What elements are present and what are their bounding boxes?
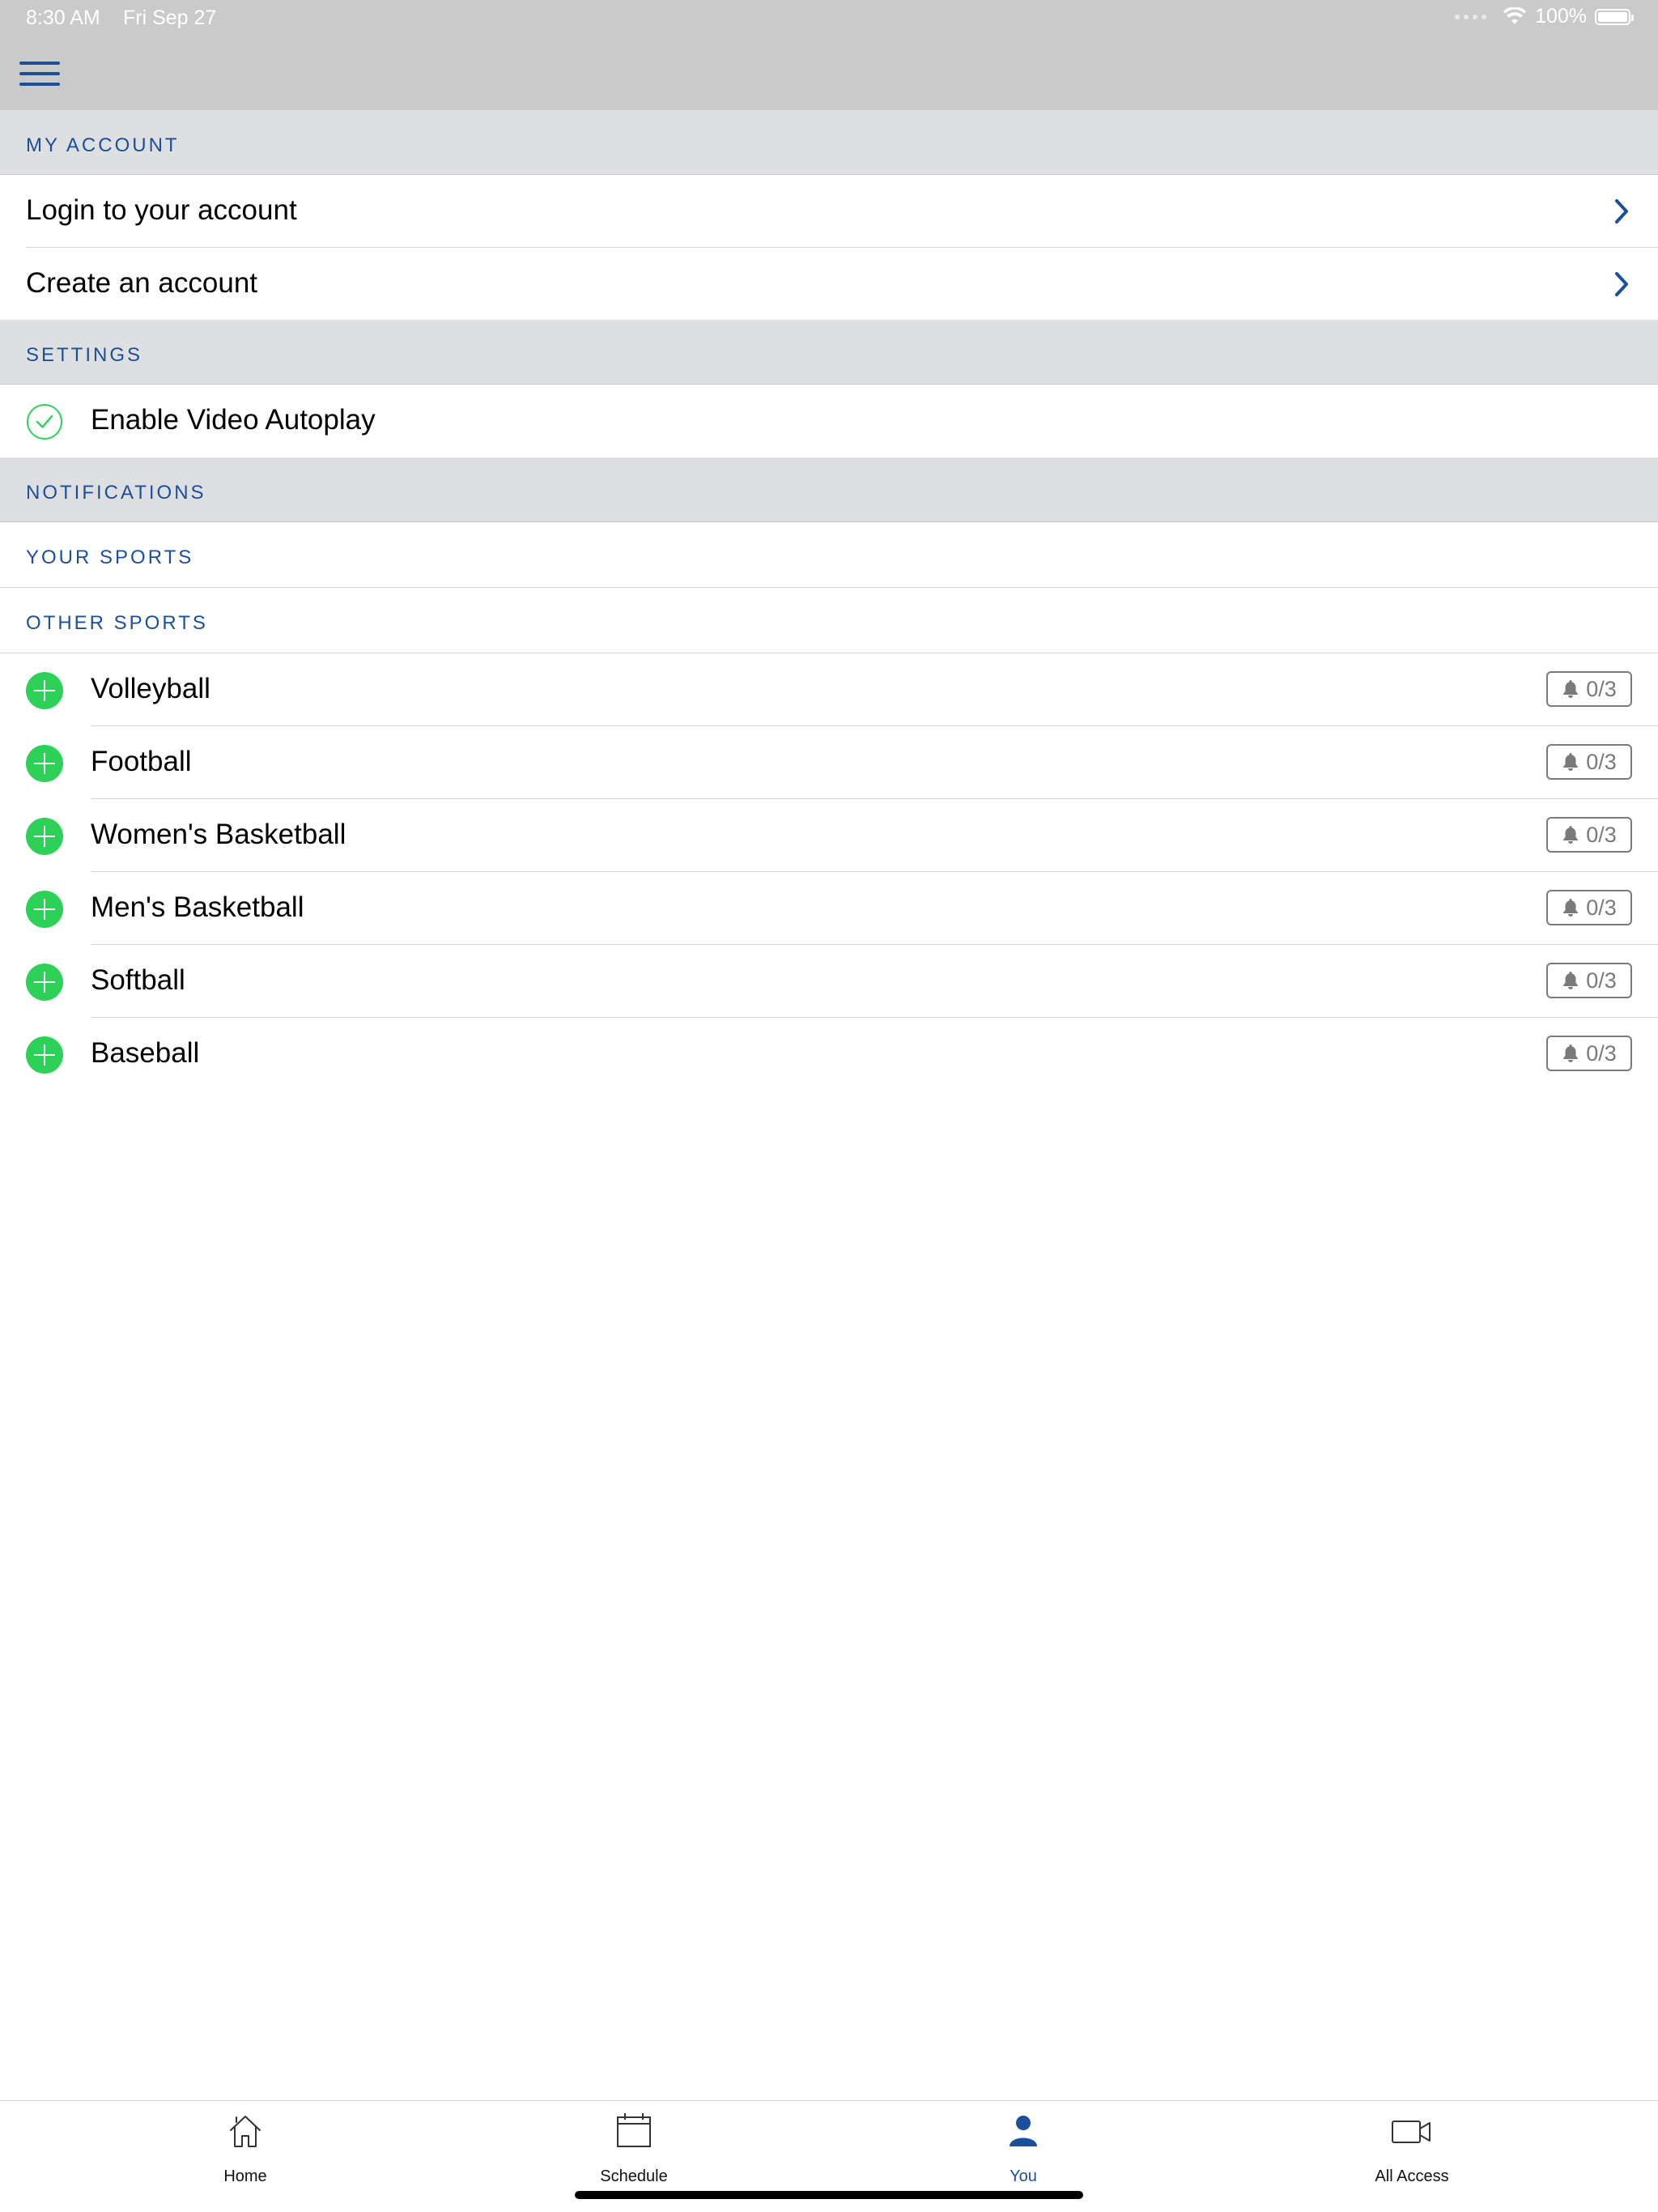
section-header-notifications: NOTIFICATIONS: [26, 482, 206, 504]
create-account-label: Create an account: [26, 267, 258, 299]
section-header-your-sports: YOUR SPORTS: [26, 547, 194, 568]
check-circle-icon[interactable]: [26, 403, 63, 440]
add-plus-icon[interactable]: [26, 1036, 63, 1074]
bell-icon: [1563, 972, 1579, 989]
alerts-count: 0/3: [1586, 676, 1617, 701]
bell-icon: [1563, 826, 1579, 844]
tab-label: Schedule: [600, 2167, 668, 2185]
wifi-icon: [1503, 6, 1527, 24]
add-plus-icon[interactable]: [26, 745, 63, 782]
add-plus-icon[interactable]: [26, 672, 63, 709]
alerts-badge[interactable]: 0/3: [1546, 1036, 1632, 1071]
tab-label: You: [1010, 2167, 1037, 2185]
status-right: 100%: [1455, 5, 1634, 28]
alerts-badge[interactable]: 0/3: [1546, 890, 1632, 925]
battery-percentage: 100%: [1535, 5, 1587, 28]
tab-home[interactable]: Home: [124, 2101, 367, 2185]
alerts-count: 0/3: [1586, 822, 1617, 847]
tab-label: All Access: [1375, 2167, 1449, 2185]
alerts-badge[interactable]: 0/3: [1546, 671, 1632, 707]
alerts-badge[interactable]: 0/3: [1546, 744, 1632, 780]
video-autoplay-row[interactable]: Enable Video Autoplay: [0, 385, 1658, 457]
add-plus-icon[interactable]: [26, 963, 63, 1001]
cellular-signal-icon: [1455, 14, 1487, 19]
alerts-count: 0/3: [1586, 895, 1617, 920]
sport-row-volleyball[interactable]: Volleyball 0/3: [0, 653, 1658, 726]
status-time: 8:30 AM: [26, 6, 100, 29]
home-icon: [230, 2116, 261, 2147]
sport-row-baseball[interactable]: Baseball 0/3: [0, 1018, 1658, 1091]
section-my-account: MY ACCOUNT: [0, 110, 1658, 175]
status-bar: 8:30 AM Fri Sep 27 100%: [0, 0, 1658, 39]
sport-row-mens-basketball[interactable]: Men's Basketball 0/3: [0, 872, 1658, 945]
home-indicator[interactable]: [575, 2191, 1083, 2199]
sport-name: Football: [91, 746, 192, 777]
add-plus-icon[interactable]: [26, 891, 63, 928]
bell-icon: [1563, 1044, 1579, 1062]
alerts-count: 0/3: [1586, 749, 1617, 774]
alerts-count: 0/3: [1586, 1040, 1617, 1066]
sport-name: Baseball: [91, 1037, 200, 1069]
login-label: Login to your account: [26, 194, 297, 226]
add-plus-icon[interactable]: [26, 818, 63, 855]
video-camera-icon: [1392, 2121, 1431, 2143]
battery-icon: [1595, 8, 1634, 25]
section-your-sports: YOUR SPORTS: [0, 522, 1658, 588]
sport-row-womens-basketball[interactable]: Women's Basketball 0/3: [0, 799, 1658, 872]
chevron-right-icon: [1615, 199, 1628, 223]
section-notifications: NOTIFICATIONS: [0, 457, 1658, 522]
bell-icon: [1563, 899, 1579, 917]
person-icon: [1010, 2116, 1037, 2146]
bell-icon: [1563, 680, 1579, 698]
chevron-right-icon: [1615, 272, 1628, 296]
sport-name: Softball: [91, 964, 185, 996]
video-autoplay-label: Enable Video Autoplay: [91, 404, 376, 436]
alerts-badge[interactable]: 0/3: [1546, 817, 1632, 853]
section-other-sports: OTHER SPORTS: [0, 588, 1658, 653]
section-header-my-account: MY ACCOUNT: [26, 134, 180, 156]
sport-row-softball[interactable]: Softball 0/3: [0, 945, 1658, 1018]
login-row[interactable]: Login to your account: [0, 175, 1658, 248]
sport-name: Men's Basketball: [91, 891, 304, 923]
tab-you[interactable]: You: [902, 2101, 1145, 2185]
top-nav-bar: [0, 39, 1658, 110]
section-settings: SETTINGS: [0, 320, 1658, 385]
section-header-settings: SETTINGS: [26, 344, 143, 366]
create-account-row[interactable]: Create an account: [0, 248, 1658, 321]
alerts-badge[interactable]: 0/3: [1546, 963, 1632, 998]
bell-icon: [1563, 753, 1579, 771]
hamburger-menu-icon[interactable]: [19, 62, 60, 87]
tab-all-access[interactable]: All Access: [1290, 2101, 1533, 2185]
tab-label: Home: [223, 2167, 267, 2185]
status-date: Fri Sep 27: [123, 6, 217, 29]
sport-row-football[interactable]: Football 0/3: [0, 726, 1658, 799]
sport-name: Women's Basketball: [91, 819, 346, 850]
sport-name: Volleyball: [91, 673, 210, 704]
tab-schedule[interactable]: Schedule: [512, 2101, 755, 2185]
calendar-icon: [617, 2113, 651, 2147]
alerts-count: 0/3: [1586, 968, 1617, 993]
section-header-other-sports: OTHER SPORTS: [26, 612, 208, 634]
